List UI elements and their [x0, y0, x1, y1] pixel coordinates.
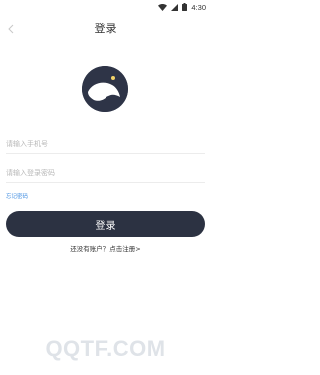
status-bar: 4:30	[0, 0, 211, 14]
phone-input[interactable]	[6, 135, 205, 152]
login-screen: 4:30 登录 忘记密码 登录 还没有账户？点击注册>	[0, 0, 211, 375]
battery-icon	[182, 3, 188, 11]
app-logo	[82, 66, 128, 112]
password-input[interactable]	[6, 164, 205, 181]
moon-whale-logo	[82, 66, 128, 112]
wifi-icon	[158, 3, 168, 11]
back-button[interactable]	[4, 20, 18, 36]
signal-icon	[171, 3, 179, 11]
password-field-row	[6, 163, 205, 183]
phone-field-row	[6, 134, 205, 154]
chevron-left-icon	[8, 19, 14, 38]
login-button[interactable]: 登录	[6, 211, 205, 237]
status-time: 4:30	[191, 2, 206, 12]
register-link[interactable]: 还没有账户？点击注册>	[0, 243, 211, 253]
forgot-password-link[interactable]: 忘记密码	[6, 192, 28, 200]
watermark: QQTF.COM	[45, 336, 166, 361]
title-bar: 登录	[0, 14, 211, 42]
page-title: 登录	[94, 22, 117, 35]
